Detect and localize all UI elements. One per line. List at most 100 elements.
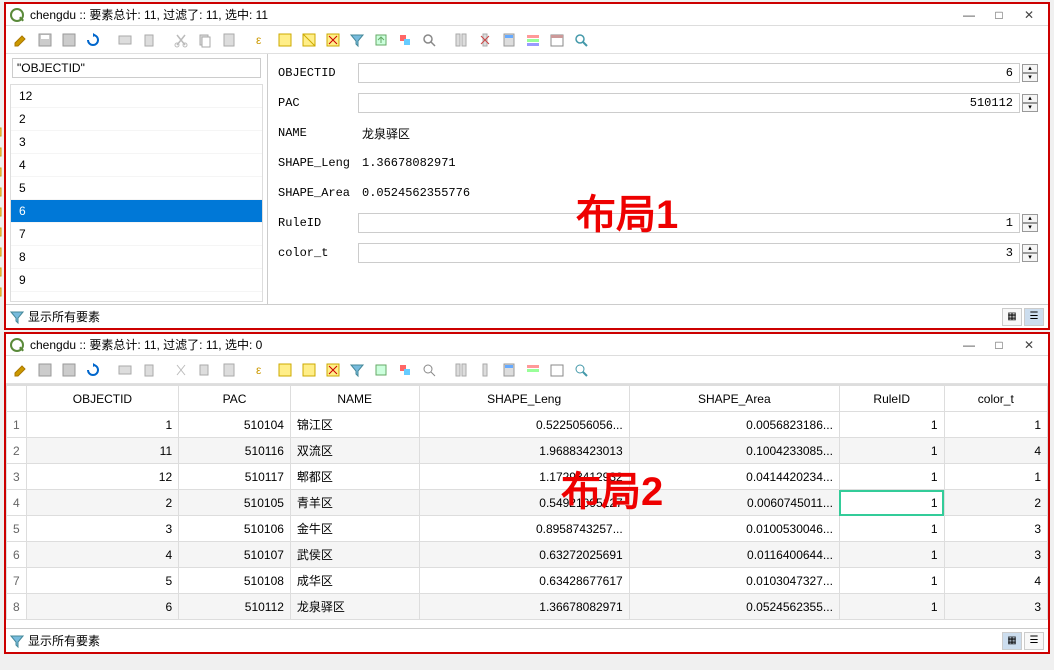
list-item[interactable]: 6 xyxy=(11,200,262,223)
paste-icon[interactable] xyxy=(218,29,240,51)
cut-icon[interactable] xyxy=(170,359,192,381)
maximize-button[interactable]: □ xyxy=(984,6,1014,24)
refresh-icon[interactable] xyxy=(82,29,104,51)
edit-icon[interactable] xyxy=(10,359,32,381)
filter-icon[interactable] xyxy=(346,29,368,51)
table-row[interactable]: 64510107武侯区0.632720256910.0116400644...1… xyxy=(7,542,1048,568)
date-icon[interactable] xyxy=(546,29,568,51)
delcol-icon[interactable] xyxy=(474,359,496,381)
conditional-icon[interactable] xyxy=(522,29,544,51)
cell[interactable]: 510106 xyxy=(179,516,291,542)
ruleid-stepper[interactable]: ▴▾ xyxy=(1022,214,1038,232)
table-row[interactable]: 42510105青羊区0.549210951270.0060745011...1… xyxy=(7,490,1048,516)
cell[interactable]: 510107 xyxy=(179,542,291,568)
table-wrap[interactable]: OBJECTIDPACNAMESHAPE_LengSHAPE_AreaRuleI… xyxy=(6,384,1048,628)
cell[interactable]: 510104 xyxy=(179,412,291,438)
select-all-icon[interactable] xyxy=(274,29,296,51)
cell[interactable]: 成华区 xyxy=(290,568,419,594)
cell[interactable]: 1 xyxy=(839,464,944,490)
table-row[interactable]: 75510108成华区0.634286776170.0103047327...1… xyxy=(7,568,1048,594)
cell[interactable]: 1 xyxy=(839,568,944,594)
zoom-sel-icon[interactable] xyxy=(394,29,416,51)
folder5-icon[interactable] xyxy=(0,204,2,218)
cell[interactable]: 锦江区 xyxy=(290,412,419,438)
dock-icon[interactable] xyxy=(570,359,592,381)
cell[interactable]: 3 xyxy=(944,516,1047,542)
table-row[interactable]: 53510106金牛区0.8958743257...0.0100530046..… xyxy=(7,516,1048,542)
paste-icon[interactable] xyxy=(218,359,240,381)
cell[interactable]: 0.5225056056... xyxy=(419,412,629,438)
cell[interactable]: 0.8958743257... xyxy=(419,516,629,542)
deselect-icon[interactable] xyxy=(322,359,344,381)
cell[interactable]: 3 xyxy=(26,516,178,542)
cell[interactable]: 0.63272025691 xyxy=(419,542,629,568)
select-all-icon[interactable] xyxy=(274,359,296,381)
form-view-button[interactable]: ☰ xyxy=(1024,308,1044,326)
zoom-icon[interactable] xyxy=(418,29,440,51)
cell[interactable]: 510117 xyxy=(179,464,291,490)
cell[interactable]: 1 xyxy=(839,412,944,438)
cell[interactable]: 0.0056823186... xyxy=(629,412,839,438)
cell[interactable]: 4 xyxy=(944,438,1047,464)
cell[interactable]: 1 xyxy=(944,412,1047,438)
list-item[interactable]: 9 xyxy=(11,269,262,292)
objectid-stepper[interactable]: ▴▾ xyxy=(1022,64,1038,82)
zoom-sel-icon[interactable] xyxy=(394,359,416,381)
cell[interactable]: 5 xyxy=(26,568,178,594)
cell[interactable]: 金牛区 xyxy=(290,516,419,542)
column-header[interactable]: SHAPE_Leng xyxy=(419,386,629,412)
close-button[interactable]: ✕ xyxy=(1014,6,1044,24)
cell[interactable]: 双流区 xyxy=(290,438,419,464)
ruleid-input[interactable] xyxy=(358,213,1020,233)
form-view-button[interactable]: ☰ xyxy=(1024,632,1044,650)
bottom-label-1[interactable]: 显示所有要素 xyxy=(28,308,1000,325)
table-row[interactable]: 312510117郫都区1.172934129320.0414420234...… xyxy=(7,464,1048,490)
color-stepper[interactable]: ▴▾ xyxy=(1022,244,1038,262)
addrow-icon[interactable] xyxy=(114,359,136,381)
folder1-icon[interactable] xyxy=(0,124,2,138)
calc-icon[interactable] xyxy=(498,29,520,51)
delete-icon[interactable] xyxy=(138,29,160,51)
cell[interactable]: 1 xyxy=(839,594,944,620)
movetop-icon[interactable] xyxy=(370,29,392,51)
newcol-icon[interactable] xyxy=(450,29,472,51)
cell[interactable]: 510116 xyxy=(179,438,291,464)
table-view-button[interactable]: ▦ xyxy=(1002,632,1022,650)
cell[interactable]: 510105 xyxy=(179,490,291,516)
cell[interactable]: 0.0100530046... xyxy=(629,516,839,542)
copy-icon[interactable] xyxy=(194,359,216,381)
calc-icon[interactable] xyxy=(498,359,520,381)
cell[interactable]: 1 xyxy=(839,490,944,516)
deselect-icon[interactable] xyxy=(322,29,344,51)
cell[interactable]: 青羊区 xyxy=(290,490,419,516)
table-row[interactable]: 11 510104锦江区0.5225056056...0.0056823186..… xyxy=(7,412,1048,438)
zoom-icon[interactable] xyxy=(418,359,440,381)
cell[interactable]: 4 xyxy=(26,542,178,568)
cell[interactable]: 0.54921095127 xyxy=(419,490,629,516)
cell[interactable]: 1 xyxy=(839,542,944,568)
cell[interactable]: 4 xyxy=(944,568,1047,594)
cell[interactable]: 1.96883423013 xyxy=(419,438,629,464)
cut-icon[interactable] xyxy=(170,29,192,51)
cell[interactable]: 0.0060745011... xyxy=(629,490,839,516)
column-header[interactable]: NAME xyxy=(290,386,419,412)
cell[interactable]: 2 xyxy=(944,490,1047,516)
list-item[interactable]: 4 xyxy=(11,154,262,177)
folder2-icon[interactable] xyxy=(0,144,2,158)
cell[interactable]: 0.63428677617 xyxy=(419,568,629,594)
bottom-label-2[interactable]: 显示所有要素 xyxy=(28,632,1000,649)
copy-icon[interactable] xyxy=(194,29,216,51)
pac-stepper[interactable]: ▴▾ xyxy=(1022,94,1038,112)
folder9-icon[interactable] xyxy=(0,284,2,298)
cell[interactable]: 3 xyxy=(944,594,1047,620)
id-list[interactable]: 1223456789 xyxy=(10,84,263,302)
conditional-icon[interactable] xyxy=(522,359,544,381)
newcol-icon[interactable] xyxy=(450,359,472,381)
delete-icon[interactable] xyxy=(138,359,160,381)
cell[interactable]: 1 xyxy=(839,438,944,464)
cell[interactable]: 1.36678082971 xyxy=(419,594,629,620)
cell[interactable]: 3 xyxy=(944,542,1047,568)
folder4-icon[interactable] xyxy=(0,184,2,198)
folder8-icon[interactable] xyxy=(0,264,2,278)
delcol-icon[interactable] xyxy=(474,29,496,51)
